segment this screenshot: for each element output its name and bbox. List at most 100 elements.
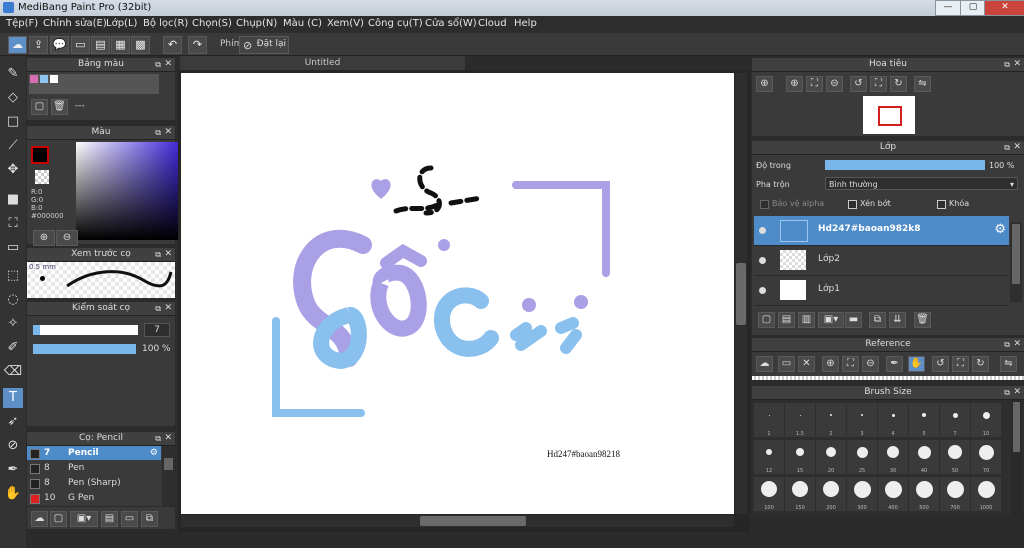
move-tool-icon[interactable]: ✥	[3, 160, 23, 180]
layer-scrollbar[interactable]	[1010, 222, 1022, 302]
color-picker-square[interactable]	[76, 142, 182, 240]
brush-tool-icon[interactable]: ✎	[3, 64, 23, 84]
pin-icon[interactable]: ⧉	[1004, 58, 1010, 71]
pin-icon[interactable]: ⧉	[155, 248, 161, 261]
duplicate-icon[interactable]: ⧉	[141, 511, 158, 527]
vertical-scroll-thumb[interactable]	[736, 263, 746, 325]
redo-icon[interactable]: ↷	[188, 36, 207, 54]
brush-size-option[interactable]: 7	[940, 403, 970, 437]
swatch[interactable]	[50, 75, 58, 83]
navigator-viewport[interactable]	[878, 106, 902, 126]
layer-item[interactable]: Lớp2	[754, 246, 1009, 276]
close-icon[interactable]: ✕	[1013, 141, 1021, 154]
brush-size-option[interactable]: 400	[878, 477, 908, 511]
add-brush-icon[interactable]: ▣▾	[70, 511, 98, 527]
folder-icon[interactable]: ▭	[121, 511, 138, 527]
close-button[interactable]: ✕	[984, 0, 1024, 16]
brush-size-option[interactable]: 150	[785, 477, 815, 511]
lasso-tool-icon[interactable]: ◌	[3, 290, 23, 310]
eyedropper-icon[interactable]: ✒	[3, 460, 23, 480]
brush-size-option[interactable]: 1000	[971, 477, 1001, 511]
rect-tool-icon[interactable]: □	[3, 112, 23, 132]
flip-icon[interactable]: ⇋	[1000, 356, 1017, 372]
brush-size-option[interactable]: 4	[878, 403, 908, 437]
menu-file[interactable]: Tệp(F)	[6, 18, 38, 29]
pin-icon[interactable]: ⧉	[155, 126, 161, 139]
line-tool-icon[interactable]: ⟋	[3, 136, 23, 156]
eye-icon[interactable]	[759, 287, 766, 294]
menu-select[interactable]: Chọn(S)	[192, 18, 232, 29]
canvas[interactable]: Hd247#baoan98218	[181, 73, 734, 514]
swatch[interactable]	[40, 75, 48, 83]
menu-help[interactable]: Help	[514, 18, 537, 29]
zoom-out-icon[interactable]: ⊖	[862, 356, 879, 372]
layer-item[interactable]: Hd247#baoan982k8 ⚙	[754, 216, 1009, 246]
brush-size-option[interactable]: 500	[909, 477, 939, 511]
menu-view[interactable]: Xem(V)	[327, 18, 364, 29]
brush-size-option[interactable]: 1	[754, 403, 784, 437]
cloud-icon[interactable]: ☁	[756, 356, 773, 372]
close-icon[interactable]: ✕	[1013, 386, 1021, 399]
navigator-preview[interactable]	[863, 96, 915, 134]
layer-opacity-slider[interactable]	[825, 160, 985, 170]
fit-icon[interactable]: ⛶	[842, 356, 859, 372]
alpha-protect-checkbox[interactable]	[760, 200, 769, 209]
brush-size-option[interactable]: 1.5	[785, 403, 815, 437]
new-layer-icon[interactable]: ▢	[758, 312, 775, 328]
brush-size-option[interactable]: 40	[909, 440, 939, 474]
copy-brush-icon[interactable]: ▤	[101, 511, 118, 527]
pin-icon[interactable]: ⧉	[155, 432, 161, 445]
fit-icon[interactable]: ⛶	[806, 76, 823, 92]
brush-list-scrollbar[interactable]	[162, 446, 175, 506]
brush-size-option[interactable]: 70	[971, 440, 1001, 474]
pin-icon[interactable]: ⧉	[1004, 141, 1010, 154]
secondary-color-swatch[interactable]	[35, 170, 49, 184]
brush-size-option[interactable]: 10	[971, 403, 1001, 437]
primary-color-swatch[interactable]	[31, 146, 49, 164]
menu-filter[interactable]: Bộ lọc(R)	[143, 18, 188, 29]
rotate-left-icon[interactable]: ↺	[850, 76, 867, 92]
close-icon[interactable]: ✕	[164, 58, 172, 71]
layer-item[interactable]: Lớp1	[754, 276, 1009, 306]
hand-icon[interactable]: ✋	[908, 356, 925, 372]
zoom-in-icon[interactable]: ⊕	[756, 76, 773, 92]
reset-button[interactable]: ⊘ Đặt lại	[239, 36, 289, 54]
brush-size-option[interactable]: 30	[878, 440, 908, 474]
opacity-slider[interactable]	[33, 344, 136, 354]
brush-list-item[interactable]: 10 G Pen	[27, 491, 161, 505]
menu-edit[interactable]: Chỉnh sửa(E)	[43, 18, 107, 29]
blend-mode-select[interactable]: Bình thường ▾	[825, 177, 1018, 190]
menu-tools[interactable]: Công cụ(T)	[368, 18, 423, 29]
brush-size-option[interactable]: 25	[847, 440, 877, 474]
horizontal-scroll-thumb[interactable]	[420, 516, 526, 526]
menu-color[interactable]: Màu (C)	[283, 18, 322, 29]
hand-tool-icon[interactable]: ✋	[3, 484, 23, 504]
merge-layer-icon[interactable]: ⇊	[889, 312, 906, 328]
zoom-in-icon[interactable]: ⊕	[822, 356, 839, 372]
gear-icon[interactable]: ⚙	[150, 446, 158, 460]
menu-window[interactable]: Cửa sổ(W)	[425, 18, 477, 29]
dropper-tool-icon[interactable]: ⊘	[3, 436, 23, 456]
menu-layer[interactable]: Lớp(L)	[106, 18, 137, 29]
size-value[interactable]: 7	[144, 323, 170, 337]
gradient-tool-icon[interactable]: ▭	[3, 238, 23, 258]
brush-size-option[interactable]: 5	[909, 403, 939, 437]
cloud-brush-icon[interactable]: ☁	[31, 511, 48, 527]
brush-size-option[interactable]: 2	[816, 403, 846, 437]
zoom-in-icon[interactable]: ⊕	[786, 76, 803, 92]
brush-size-option[interactable]: 3	[847, 403, 877, 437]
upload-icon[interactable]: ⇪	[29, 36, 48, 54]
close-icon[interactable]: ✕	[164, 248, 172, 261]
open-folder-icon[interactable]: ▭	[778, 356, 795, 372]
clip-checkbox[interactable]	[848, 200, 857, 209]
close-icon[interactable]: ✕	[164, 126, 172, 139]
folder-icon[interactable]: ▬	[845, 312, 862, 328]
new-palette-icon[interactable]: ▢	[31, 99, 48, 115]
rotate-right-icon[interactable]: ↻	[972, 356, 989, 372]
brush-list-item[interactable]: 8 Pen	[27, 461, 161, 475]
pin-icon[interactable]: ⧉	[1004, 338, 1010, 351]
eye-icon[interactable]	[759, 257, 766, 264]
brush-size-option[interactable]: 700	[940, 477, 970, 511]
menu-capture[interactable]: Chụp(N)	[236, 18, 277, 29]
magic-wand-icon[interactable]: ✧	[3, 314, 23, 334]
